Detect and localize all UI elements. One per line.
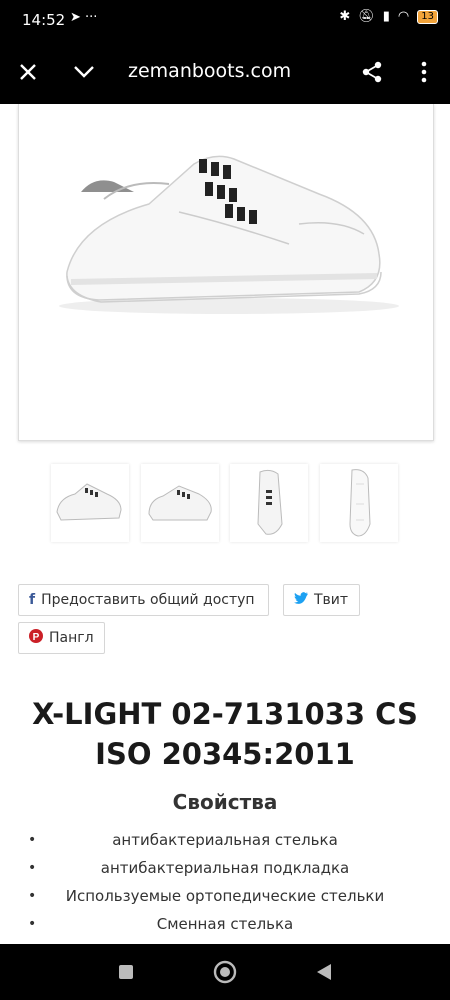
- wifi-icon: ◠: [397, 9, 410, 24]
- list-item: • антибактериальная подкладка: [0, 854, 450, 882]
- url-field[interactable]: zemanboots.com: [128, 60, 291, 82]
- product-thumbnail[interactable]: [51, 464, 129, 542]
- pinterest-icon: P: [29, 629, 43, 647]
- mute-icon: 🔕︎: [358, 9, 375, 24]
- property-text: антибактериальная подкладка: [100, 859, 350, 877]
- status-bar: 14:52 ➤ ··· ✱ 🔕︎ ▮ ◠ 13: [0, 0, 450, 40]
- property-text: антибактериальная стелька: [112, 831, 338, 849]
- product-title: X-LIGHT 02-7131033 CS ISO 20345:2011: [0, 694, 450, 774]
- bullet-icon: •: [28, 832, 37, 848]
- pinterest-share-button[interactable]: P Пангл: [18, 622, 105, 654]
- signal-icon: ▮: [382, 9, 390, 24]
- bullet-icon: •: [28, 916, 37, 932]
- clock: 14:52: [22, 11, 66, 29]
- property-text: Используемые ортопедические стельки: [65, 887, 385, 905]
- facebook-icon: f: [29, 592, 36, 608]
- close-icon[interactable]: [12, 56, 44, 88]
- notification-icons: ➤ ···: [70, 10, 97, 25]
- svg-text:P: P: [33, 632, 40, 643]
- list-item: • Сменная стелька: [0, 910, 450, 938]
- twitter-icon: [294, 592, 308, 608]
- recents-icon[interactable]: [112, 958, 140, 986]
- chevron-down-icon[interactable]: [68, 56, 100, 88]
- share-icon[interactable]: [356, 56, 388, 88]
- product-thumbnail[interactable]: [320, 464, 398, 542]
- navigation-bar: [0, 944, 450, 1000]
- more-notifications-icon: ···: [85, 10, 98, 25]
- browser-toolbar: zemanboots.com: [0, 40, 450, 104]
- bullet-icon: •: [28, 860, 37, 876]
- bluetooth-icon: ✱: [339, 9, 351, 24]
- twitter-share-button[interactable]: Твит: [283, 584, 360, 616]
- product-thumbnail[interactable]: [141, 464, 219, 542]
- system-icons: ✱ 🔕︎ ▮ ◠ 13: [339, 9, 438, 24]
- bullet-icon: •: [28, 888, 37, 904]
- product-thumbnail[interactable]: [230, 464, 308, 542]
- product-title-line1: X-LIGHT 02-7131033 CS: [32, 697, 418, 731]
- product-main-image[interactable]: [18, 104, 434, 441]
- more-vert-icon[interactable]: [408, 56, 440, 88]
- property-text: Сменная стелька: [156, 915, 294, 933]
- battery-icon: 13: [417, 9, 438, 24]
- properties-heading: Свойства: [172, 790, 278, 814]
- list-item: • антибактериальная стелька: [0, 826, 450, 854]
- home-icon[interactable]: [211, 958, 239, 986]
- facebook-share-label: Предоставить общий доступ: [41, 592, 255, 608]
- page-content: f Предоставить общий доступ Твит P Пангл…: [0, 104, 450, 944]
- properties-list: • антибактериальная стелька • антибактериа…: [0, 826, 450, 938]
- twitter-share-label: Твит: [314, 592, 349, 608]
- list-item: • Используемые ортопедические стельки: [0, 882, 450, 910]
- product-title-line2: ISO 20345:2011: [95, 737, 355, 771]
- back-icon[interactable]: [310, 958, 338, 986]
- facebook-share-button[interactable]: f Предоставить общий доступ: [18, 584, 269, 616]
- telegram-icon: ➤: [70, 10, 81, 25]
- pinterest-share-label: Пангл: [49, 630, 94, 646]
